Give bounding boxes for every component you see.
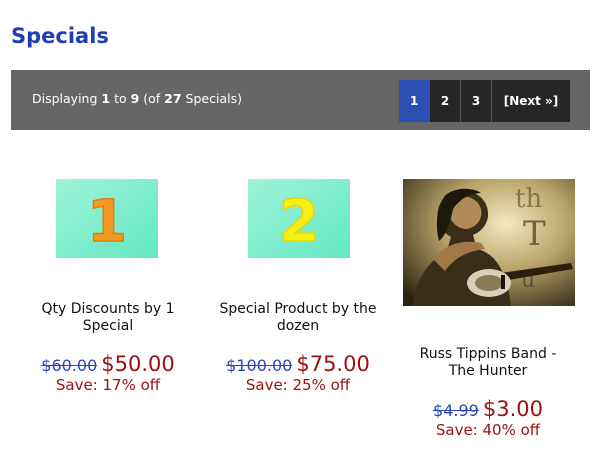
results-prefix: Displaying: [32, 91, 102, 106]
product-image-1-digit: 1: [87, 187, 127, 255]
old-price-1: $60.00: [41, 356, 98, 375]
page-1-link[interactable]: 1: [399, 80, 429, 122]
page-title: Specials: [11, 24, 109, 48]
product-image-2[interactable]: 2: [248, 179, 350, 258]
save-percent-2: Save: 25% off: [245, 376, 351, 394]
product-name-2-line1: Special Product by the: [219, 301, 377, 317]
old-price-3: $4.99: [433, 401, 479, 420]
svg-text:T: T: [523, 214, 546, 254]
old-price-2: $100.00: [226, 356, 293, 375]
results-from: 1: [101, 91, 111, 106]
product-card-3: Russ Tippins Band - The Hunter $4.99 $3.00…: [388, 346, 588, 439]
product-name-1-line2: Special: [82, 318, 134, 334]
sale-price-1: $50.00: [101, 352, 175, 376]
pagination-bar: Displaying 1 to 9 (of 27 Specials) 1 2 3…: [11, 70, 590, 130]
results-to: 9: [130, 91, 140, 106]
product-card-1: Qty Discounts by 1 Special $60.00 $50.00 S…: [18, 301, 198, 394]
page-2-link[interactable]: 2: [429, 80, 460, 122]
results-suffix: Specials): [181, 91, 242, 106]
product-card-2: Special Product by the dozen $100.00 $75.0…: [203, 301, 393, 394]
product-image-3[interactable]: th T u: [403, 179, 575, 306]
save-percent-1: Save: 17% off: [55, 376, 161, 394]
product-name-1[interactable]: Qty Discounts by 1 Special: [18, 301, 198, 335]
price-line-2: $100.00 $75.00: [203, 352, 393, 376]
price-line-1: $60.00 $50.00: [18, 352, 198, 376]
page-links: 1 2 3 [Next »]: [399, 80, 570, 122]
sale-price-2: $75.00: [296, 352, 370, 376]
results-to-word: to: [110, 91, 131, 106]
product-name-2-line2: dozen: [276, 318, 320, 334]
product-image-2-digit: 2: [279, 187, 319, 255]
product-name-3[interactable]: Russ Tippins Band - The Hunter: [388, 346, 588, 380]
product-name-2[interactable]: Special Product by the dozen: [203, 301, 393, 335]
price-line-3: $4.99 $3.00: [388, 397, 588, 421]
results-count: Displaying 1 to 9 (of 27 Specials): [32, 91, 242, 106]
product-image-1[interactable]: 1: [56, 179, 158, 258]
results-total: 27: [164, 91, 182, 106]
product-name-1-line1: Qty Discounts by 1: [41, 301, 175, 317]
results-of-prefix: (of: [139, 91, 165, 106]
next-page-link[interactable]: [Next »]: [491, 80, 570, 122]
product-name-3-line2: The Hunter: [448, 363, 528, 379]
product-name-3-line1: Russ Tippins Band -: [419, 346, 557, 362]
save-percent-3: Save: 40% off: [435, 421, 541, 439]
sale-price-3: $3.00: [482, 397, 543, 421]
page-3-link[interactable]: 3: [460, 80, 491, 122]
svg-text:th: th: [515, 184, 542, 214]
